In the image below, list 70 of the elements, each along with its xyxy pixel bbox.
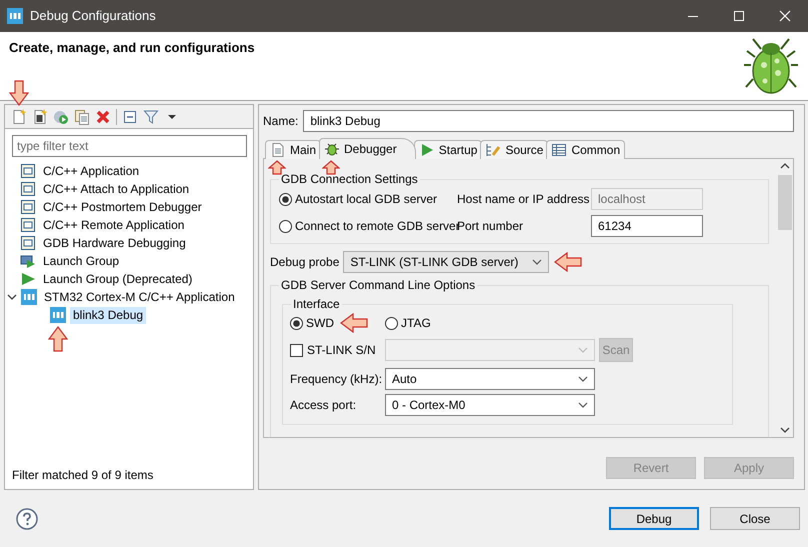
config-icon bbox=[20, 181, 36, 197]
duplicate-icon[interactable] bbox=[74, 108, 90, 124]
tree-item[interactable]: GDB Hardware Debugging bbox=[40, 234, 189, 252]
text-field[interactable]: 61234 bbox=[591, 215, 703, 237]
launch-group-icon bbox=[20, 253, 36, 269]
bug-icon bbox=[324, 141, 340, 157]
checkbox-label: ST-LINK S/N bbox=[307, 342, 376, 359]
chevron-icon bbox=[532, 259, 542, 265]
config-icon bbox=[20, 163, 36, 179]
export-icon[interactable] bbox=[53, 108, 69, 124]
field-label: Host name or IP address bbox=[457, 191, 591, 208]
radio-label: Autostart local GDB server bbox=[295, 191, 438, 208]
new-config-icon[interactable] bbox=[11, 108, 27, 124]
help-icon[interactable] bbox=[16, 508, 38, 530]
text-field: localhost bbox=[591, 188, 703, 210]
group-title: GDB Server Command Line Options bbox=[279, 278, 478, 292]
tree-item[interactable]: Launch Group bbox=[40, 252, 122, 270]
window-title: Debug Configurations bbox=[30, 7, 156, 26]
chevron-icon bbox=[578, 402, 588, 408]
radio-label: JTAG bbox=[401, 315, 431, 332]
tab[interactable]: Source bbox=[480, 140, 548, 159]
config-icon bbox=[20, 217, 36, 233]
filter-icon[interactable] bbox=[143, 108, 159, 124]
chevron-icon bbox=[578, 347, 588, 353]
field-label: Port number bbox=[457, 218, 524, 235]
tab[interactable]: Startup bbox=[414, 140, 482, 159]
dialog-button[interactable]: Close bbox=[710, 507, 800, 530]
source-tree-icon bbox=[485, 142, 502, 158]
dialog-heading: Create, manage, and run configurations bbox=[9, 40, 255, 57]
group-title: GDB Connection Settings bbox=[279, 172, 420, 186]
radio-button[interactable] bbox=[290, 316, 303, 330]
field-label: Access port: bbox=[290, 397, 358, 414]
name-field[interactable]: blink3 Debug bbox=[303, 110, 794, 132]
tree-item[interactable]: Launch Group (Deprecated) bbox=[40, 270, 196, 288]
dropdown[interactable]: Auto bbox=[385, 368, 595, 390]
dialog-button[interactable]: Debug bbox=[609, 507, 699, 530]
config-icon bbox=[20, 235, 36, 251]
field-label: Frequency (kHz): bbox=[290, 371, 384, 388]
radio-button[interactable] bbox=[279, 192, 292, 206]
group-title: Interface bbox=[291, 297, 342, 311]
radio-button[interactable] bbox=[385, 316, 398, 330]
tree-item[interactable]: C/C++ Application bbox=[40, 162, 142, 180]
scroll-thumb[interactable] bbox=[778, 175, 792, 230]
ide-icon bbox=[50, 307, 66, 323]
dropdown[interactable]: 0 - Cortex-M0 bbox=[385, 394, 595, 416]
play-icon bbox=[20, 271, 36, 287]
delete-icon[interactable] bbox=[95, 108, 111, 124]
tree-item[interactable]: blink3 Debug bbox=[70, 306, 146, 324]
radio-button[interactable] bbox=[279, 220, 292, 232]
ide-icon bbox=[21, 289, 37, 305]
radio-label: SWD bbox=[306, 314, 334, 332]
tree-item[interactable]: STM32 Cortex-M C/C++ Application bbox=[41, 288, 238, 306]
field-label: Debug probe bbox=[270, 254, 340, 271]
tree-item[interactable]: C/C++ Attach to Application bbox=[40, 180, 192, 198]
name-label: Name: bbox=[263, 113, 298, 130]
chevron-icon bbox=[578, 376, 588, 382]
tree-item[interactable]: C/C++ Postmortem Debugger bbox=[40, 198, 205, 216]
config-icon bbox=[20, 199, 36, 215]
expand-icon[interactable] bbox=[7, 292, 17, 302]
table-icon bbox=[551, 142, 568, 158]
new-prototype-icon[interactable] bbox=[32, 108, 48, 124]
tab[interactable]: Debugger bbox=[319, 138, 416, 159]
tab[interactable]: Main bbox=[265, 140, 322, 159]
app-icon bbox=[7, 8, 23, 24]
collapse-all-icon[interactable] bbox=[122, 108, 138, 124]
tree-item[interactable]: C/C++ Remote Application bbox=[40, 216, 188, 234]
filter-field[interactable]: type filter text bbox=[12, 135, 247, 157]
filter-status: Filter matched 9 of 9 items bbox=[11, 467, 154, 484]
document-icon bbox=[270, 142, 286, 158]
tab[interactable]: Common bbox=[546, 140, 626, 159]
